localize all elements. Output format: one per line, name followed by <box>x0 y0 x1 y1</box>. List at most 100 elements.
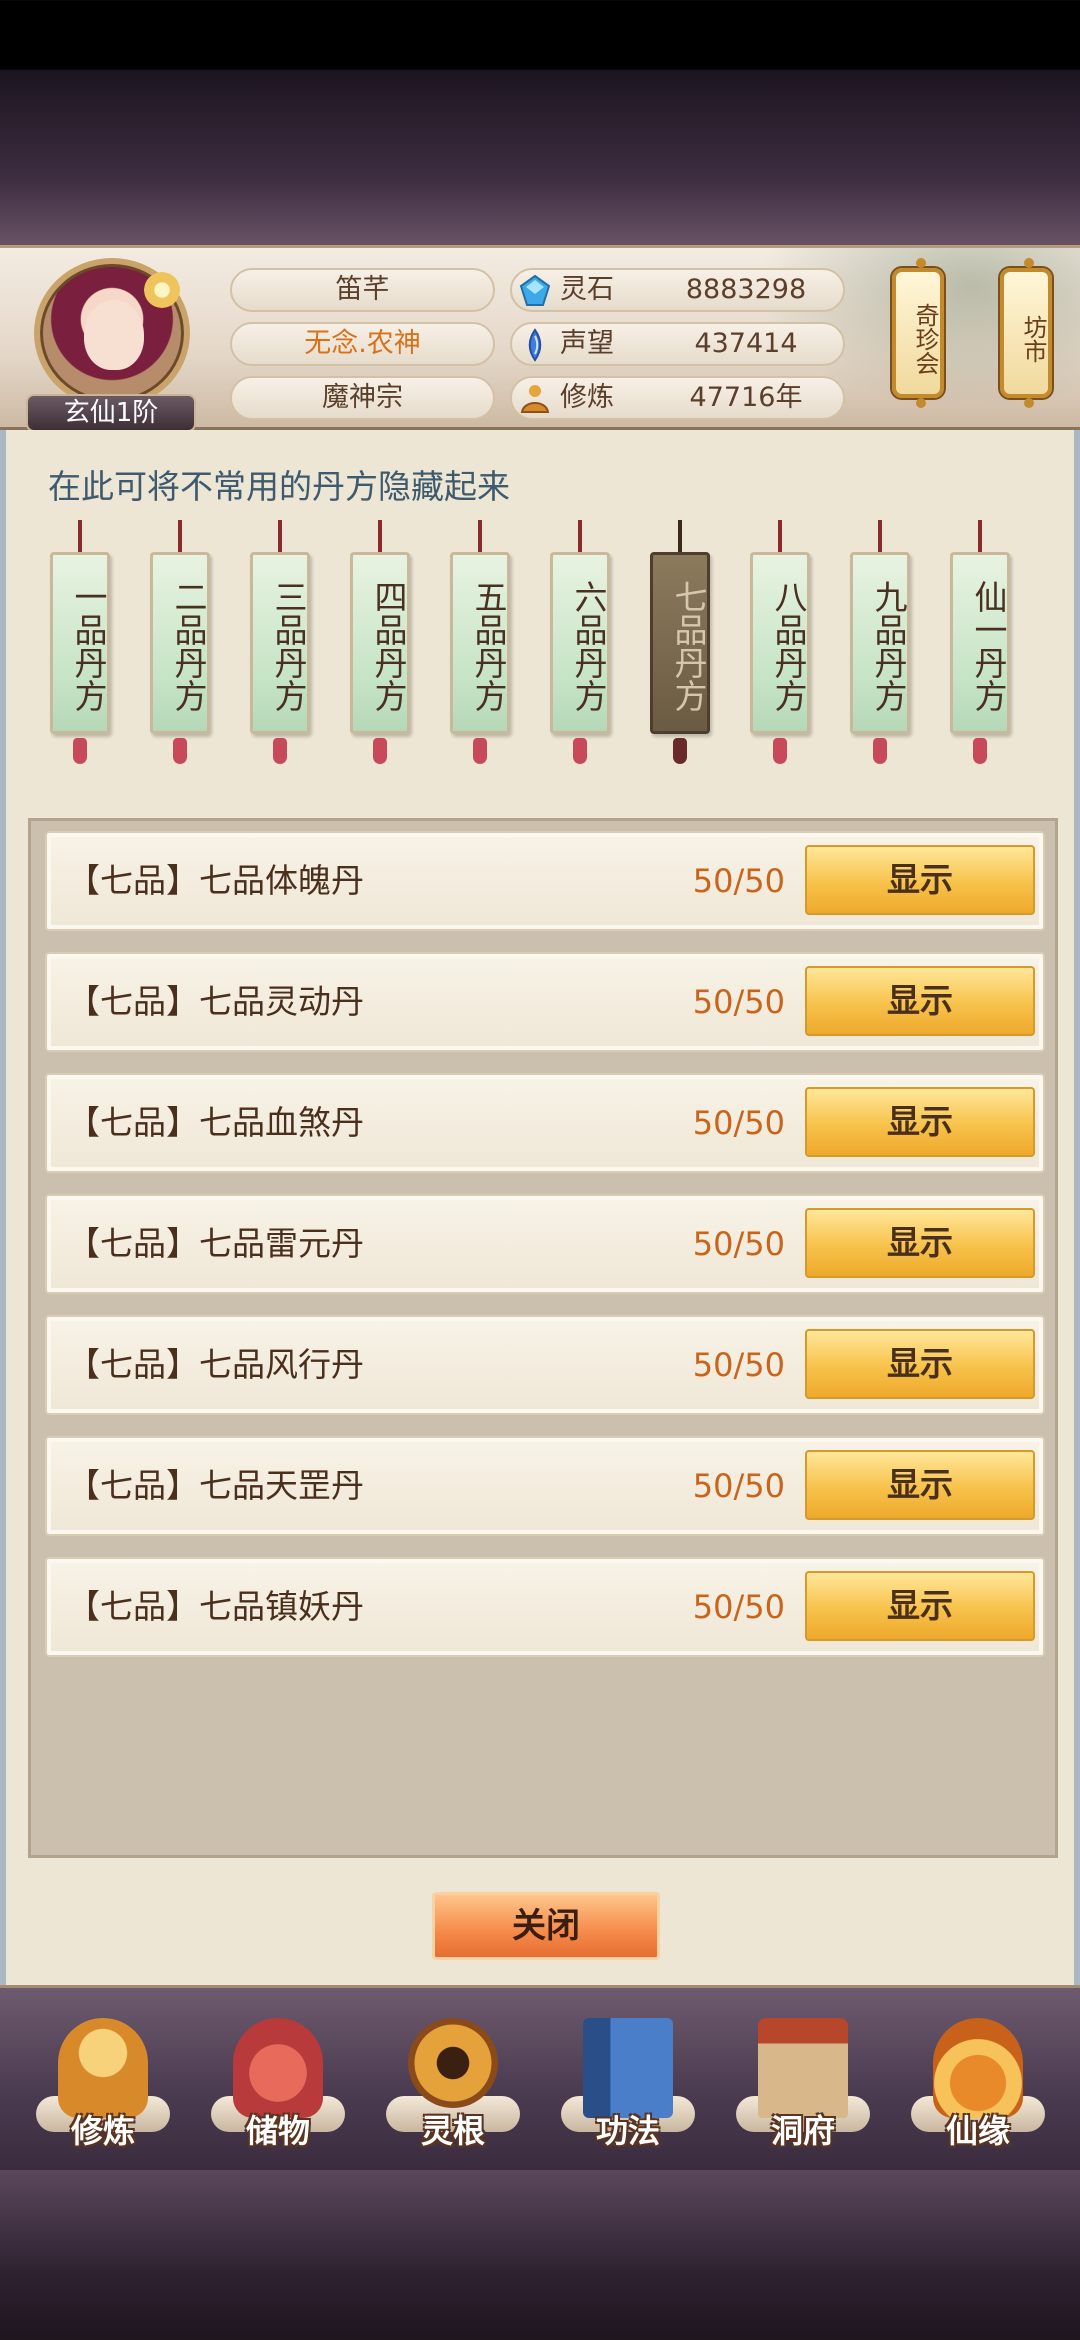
spirit-root-icon <box>408 2018 498 2108</box>
tab-grade-5[interactable]: 五品丹方 <box>450 552 510 734</box>
resource-value: 437414 <box>694 328 798 359</box>
player-header: 玄仙1阶 笛芊 无念.农神 魔神宗 灵石 8883298 声望 437414 修… <box>0 245 1080 433</box>
nav-label: 储物 <box>245 2112 310 2150</box>
tab-grade-3[interactable]: 三品丹方 <box>250 552 310 734</box>
list-item: 【七品】七品雷元丹 50/50 显示 <box>45 1194 1045 1294</box>
top-backdrop <box>0 70 1080 250</box>
show-button[interactable]: 显示 <box>805 1208 1035 1278</box>
lantern-market[interactable]: 坊市 <box>1000 258 1052 408</box>
tassel-icon <box>173 738 187 764</box>
recipe-list[interactable]: 【七品】七品体魄丹 50/50 显示 【七品】七品灵动丹 50/50 显示 【七… <box>28 818 1058 1858</box>
tassel-icon <box>573 738 587 764</box>
cultivation-icon <box>520 385 550 413</box>
tab-immortal-1[interactable]: 仙一丹方 <box>950 552 1010 734</box>
list-item: 【七品】七品体魄丹 50/50 显示 <box>45 831 1045 931</box>
nav-fortune[interactable]: 仙缘 <box>903 2018 1053 2168</box>
show-button[interactable]: 显示 <box>805 1450 1035 1520</box>
tassel-icon <box>973 738 987 764</box>
tab-grade-2[interactable]: 二品丹方 <box>150 552 210 734</box>
close-button[interactable]: 关闭 <box>432 1892 660 1960</box>
recipe-name: 【七品】七品镇妖丹 <box>67 1587 364 1626</box>
nav-label: 功法 <box>595 2112 660 2150</box>
resource-cultivation: 修炼 47716年 <box>510 376 845 420</box>
list-item: 【七品】七品镇妖丹 50/50 显示 <box>45 1557 1045 1657</box>
tassel-icon <box>273 738 287 764</box>
storage-bag-icon <box>233 2018 323 2118</box>
nav-storage[interactable]: 储物 <box>203 2018 353 2168</box>
tab-string <box>778 520 782 552</box>
resource-label: 灵石 <box>560 274 614 305</box>
recipe-name: 【七品】七品灵动丹 <box>67 982 364 1021</box>
resource-value: 8883298 <box>685 274 807 305</box>
tab-string <box>678 520 682 552</box>
cultivate-icon <box>58 2018 148 2118</box>
avatar[interactable]: 玄仙1阶 <box>26 258 196 432</box>
resource-value: 47716年 <box>689 382 803 413</box>
recipe-count: 50/50 <box>692 1225 785 1263</box>
immortal-gourd-icon <box>933 2018 1023 2118</box>
list-item: 【七品】七品血煞丹 50/50 显示 <box>45 1073 1045 1173</box>
tab-string <box>278 520 282 552</box>
nav-label: 仙缘 <box>945 2112 1010 2150</box>
rank-badge: 玄仙1阶 <box>26 394 196 432</box>
tassel-icon <box>73 738 87 764</box>
show-button[interactable]: 显示 <box>805 1329 1035 1399</box>
tab-string <box>878 520 882 552</box>
list-item: 【七品】七品灵动丹 50/50 显示 <box>45 952 1045 1052</box>
tab-string <box>78 520 82 552</box>
list-item: 【七品】七品风行丹 50/50 显示 <box>45 1315 1045 1415</box>
recipe-count: 50/50 <box>692 983 785 1021</box>
tassel-icon <box>673 738 687 764</box>
player-name: 笛芊 <box>230 268 495 312</box>
recipe-name: 【七品】七品血煞丹 <box>67 1103 364 1142</box>
recipe-name: 【七品】七品体魄丹 <box>67 861 364 900</box>
tab-grade-4[interactable]: 四品丹方 <box>350 552 410 734</box>
tab-grade-1[interactable]: 一品丹方 <box>50 552 110 734</box>
spirit-stone-icon <box>519 274 551 306</box>
tab-grade-7[interactable]: 七品丹方 <box>650 552 710 734</box>
bottom-nav: 修炼 储物 灵根 功法 洞府 仙缘 <box>0 1985 1080 2170</box>
tab-string <box>478 520 482 552</box>
player-sect: 魔神宗 <box>230 376 495 420</box>
nav-cave[interactable]: 洞府 <box>728 2018 878 2168</box>
nav-technique[interactable]: 功法 <box>553 2018 703 2168</box>
tab-grade-6[interactable]: 六品丹方 <box>550 552 610 734</box>
show-button[interactable]: 显示 <box>805 1087 1035 1157</box>
tab-string <box>578 520 582 552</box>
lantern-treasure-auction[interactable]: 奇珍会 <box>892 258 944 408</box>
nav-label: 灵根 <box>420 2112 485 2150</box>
nav-cultivate[interactable]: 修炼 <box>28 2018 178 2168</box>
resource-label: 声望 <box>560 328 614 359</box>
list-item: 【七品】七品天罡丹 50/50 显示 <box>45 1436 1045 1536</box>
reputation-icon <box>528 328 542 362</box>
avatar-face <box>84 300 144 370</box>
recipe-name: 【七品】七品天罡丹 <box>67 1466 364 1505</box>
tassel-icon <box>773 738 787 764</box>
recipe-panel: 在此可将不常用的丹方隐藏起来 一品丹方 二品丹方 三品丹方 四品丹方 五品丹方 <box>0 430 1080 1985</box>
recipe-count: 50/50 <box>692 1467 785 1505</box>
technique-book-icon <box>583 2018 673 2118</box>
tab-grade-9[interactable]: 九品丹方 <box>850 552 910 734</box>
recipe-count: 50/50 <box>692 1346 785 1384</box>
tassel-icon <box>873 738 887 764</box>
recipe-count: 50/50 <box>692 1104 785 1142</box>
show-button[interactable]: 显示 <box>805 1571 1035 1641</box>
resource-reputation: 声望 437414 <box>510 322 845 366</box>
tab-string <box>978 520 982 552</box>
recipe-tabs: 一品丹方 二品丹方 三品丹方 四品丹方 五品丹方 六品丹方 七品丹方 八品丹方 … <box>6 520 1080 770</box>
recipe-name: 【七品】七品雷元丹 <box>67 1224 364 1263</box>
recipe-count: 50/50 <box>692 862 785 900</box>
recipe-count: 50/50 <box>692 1588 785 1626</box>
panel-hint: 在此可将不常用的丹方隐藏起来 <box>48 467 510 506</box>
nav-spirit-root[interactable]: 灵根 <box>378 2018 528 2168</box>
bottom-backdrop <box>0 2170 1080 2340</box>
tab-string <box>378 520 382 552</box>
player-title[interactable]: 无念.农神 <box>230 322 495 366</box>
show-button[interactable]: 显示 <box>805 845 1035 915</box>
show-button[interactable]: 显示 <box>805 966 1035 1036</box>
nav-label: 修炼 <box>70 2112 135 2150</box>
nav-label: 洞府 <box>770 2112 835 2150</box>
tab-grade-8[interactable]: 八品丹方 <box>750 552 810 734</box>
tab-string <box>178 520 182 552</box>
tassel-icon <box>473 738 487 764</box>
